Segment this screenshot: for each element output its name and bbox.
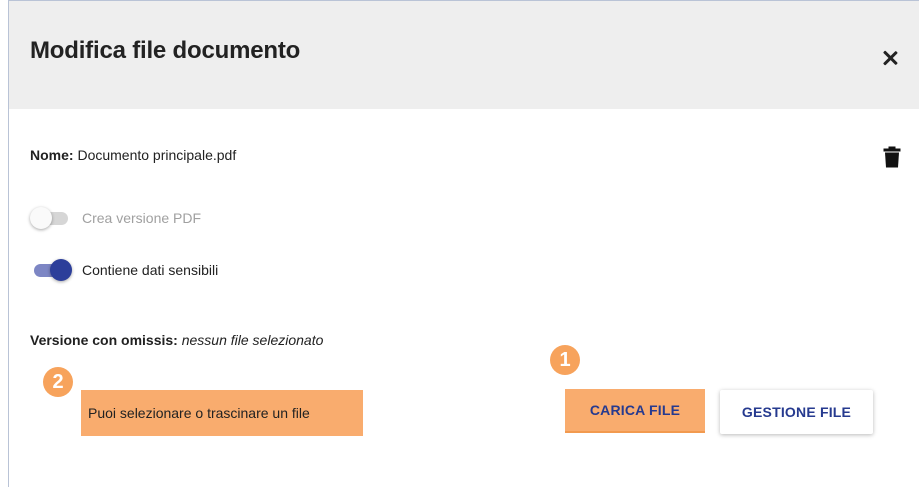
sensitive-data-switch[interactable] bbox=[30, 259, 72, 281]
upload-file-button[interactable]: CARICA FILE bbox=[565, 389, 705, 433]
step-badge-1: 1 bbox=[550, 345, 580, 375]
pdf-version-label: Crea versione PDF bbox=[82, 210, 202, 226]
manage-files-button[interactable]: GESTIONE FILE bbox=[720, 390, 873, 434]
toggle-row-pdf-version[interactable]: Crea versione PDF bbox=[30, 207, 201, 229]
dialog-header: Modifica file documento bbox=[9, 1, 919, 109]
omissis-label: Versione con omissis: bbox=[30, 332, 178, 348]
file-name-value: Documento principale.pdf bbox=[77, 147, 237, 163]
pdf-version-switch[interactable] bbox=[30, 207, 72, 229]
sensitive-data-label: Contiene dati sensibili bbox=[82, 262, 219, 278]
file-name-row: Nome: Documento principale.pdf bbox=[30, 147, 236, 163]
toggle-row-sensitive-data[interactable]: Contiene dati sensibili bbox=[30, 259, 218, 281]
dialog-title: Modifica file documento bbox=[30, 37, 301, 64]
file-name-label: Nome: bbox=[30, 147, 74, 163]
switch-thumb bbox=[30, 207, 52, 229]
trash-icon[interactable] bbox=[883, 146, 901, 168]
file-dropzone[interactable]: Puoi selezionare o trascinare un file bbox=[81, 390, 363, 436]
edit-file-dialog: Modifica file documento Nome: Documento … bbox=[8, 0, 919, 487]
close-icon[interactable] bbox=[879, 47, 901, 69]
step-badge-2: 2 bbox=[43, 367, 73, 397]
omissis-version-row: Versione con omissis: nessun file selezi… bbox=[30, 332, 323, 348]
switch-thumb bbox=[50, 259, 72, 281]
omissis-value: nessun file selezionato bbox=[181, 332, 324, 348]
